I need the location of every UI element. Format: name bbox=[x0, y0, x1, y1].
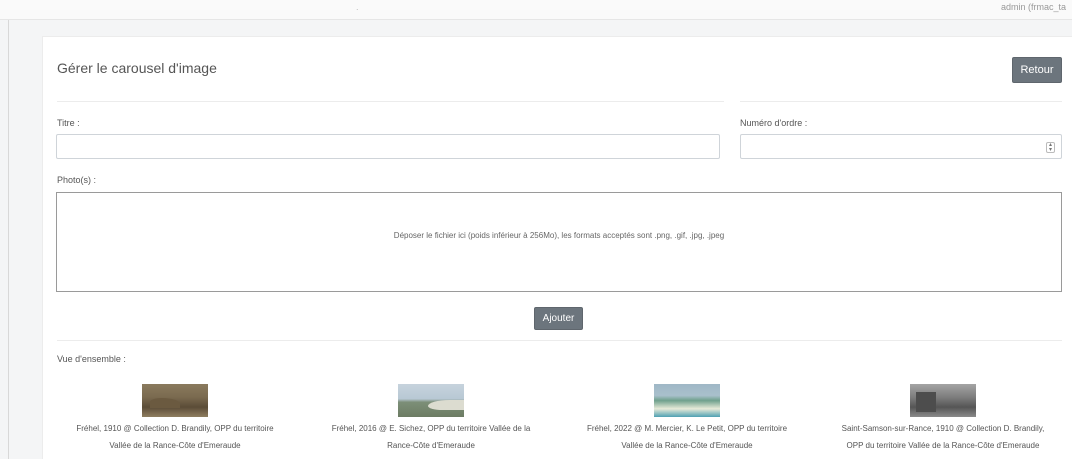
caption-line: OPP du territoire Vallée de la Rance-Côt… bbox=[846, 441, 1040, 450]
carousel-thumbnail[interactable] bbox=[654, 384, 720, 417]
carousel-thumbnail[interactable] bbox=[910, 384, 976, 417]
caption-line: Fréhel, 1910 @ Collection D. Brandily, O… bbox=[76, 424, 274, 433]
carousel-thumbnail[interactable] bbox=[398, 384, 464, 417]
caption-line: Fréhel, 2022 @ M. Mercier, K. Le Petit, … bbox=[586, 424, 788, 433]
add-button[interactable]: Ajouter bbox=[534, 307, 583, 330]
caption-line: Vallée de la Rance-Côte d'Emeraude bbox=[621, 441, 753, 450]
title-input[interactable] bbox=[56, 134, 720, 159]
file-dropzone[interactable]: Déposer le fichier ici (poids inférieur … bbox=[56, 192, 1062, 292]
carousel-item: Fréhel, 2022 @ M. Mercier, K. Le Petit, … bbox=[562, 384, 812, 454]
user-label[interactable]: admin (frmac_ta bbox=[1001, 2, 1066, 12]
order-number-input[interactable]: ▴ ▾ bbox=[740, 134, 1062, 159]
divider bbox=[57, 340, 1062, 341]
back-button[interactable]: Retour bbox=[1012, 57, 1062, 83]
carousel-thumbnail[interactable] bbox=[142, 384, 208, 417]
carousel-caption: Saint-Samson-sur-Rance, 1910 @ Collectio… bbox=[818, 420, 1068, 454]
caption-line: Fréhel, 2016 @ E. Sichez, OPP du territo… bbox=[331, 424, 531, 433]
top-bar: . admin (frmac_ta bbox=[0, 0, 1072, 20]
caption-line: Rance-Côte d'Emeraude bbox=[387, 441, 475, 450]
order-label: Numéro d'ordre : bbox=[740, 118, 808, 128]
carousel-item: Fréhel, 1910 @ Collection D. Brandily, O… bbox=[50, 384, 300, 454]
left-divider bbox=[8, 20, 9, 459]
caption-line: Vallée de la Rance-Côte d'Emeraude bbox=[109, 441, 241, 450]
carousel-item: Fréhel, 2016 @ E. Sichez, OPP du territo… bbox=[306, 384, 556, 454]
caption-line: Saint-Samson-sur-Rance, 1910 @ Collectio… bbox=[841, 424, 1045, 433]
overview-label: Vue d'ensemble : bbox=[57, 354, 126, 364]
title-label: Titre : bbox=[57, 118, 80, 128]
photos-label: Photo(s) : bbox=[57, 175, 97, 185]
top-bar-fragment: . bbox=[356, 2, 359, 12]
carousel-caption: Fréhel, 1910 @ Collection D. Brandily, O… bbox=[50, 420, 300, 454]
divider bbox=[740, 101, 1062, 102]
carousel-item: Saint-Samson-sur-Rance, 1910 @ Collectio… bbox=[818, 384, 1068, 454]
page-title: Gérer le carousel d'image bbox=[57, 60, 217, 76]
carousel-caption: Fréhel, 2016 @ E. Sichez, OPP du territo… bbox=[306, 420, 556, 454]
number-spinner-icon[interactable]: ▴ ▾ bbox=[1046, 142, 1055, 153]
carousel-caption: Fréhel, 2022 @ M. Mercier, K. Le Petit, … bbox=[562, 420, 812, 454]
divider bbox=[57, 101, 724, 102]
dropzone-message: Déposer le fichier ici (poids inférieur … bbox=[393, 231, 725, 240]
